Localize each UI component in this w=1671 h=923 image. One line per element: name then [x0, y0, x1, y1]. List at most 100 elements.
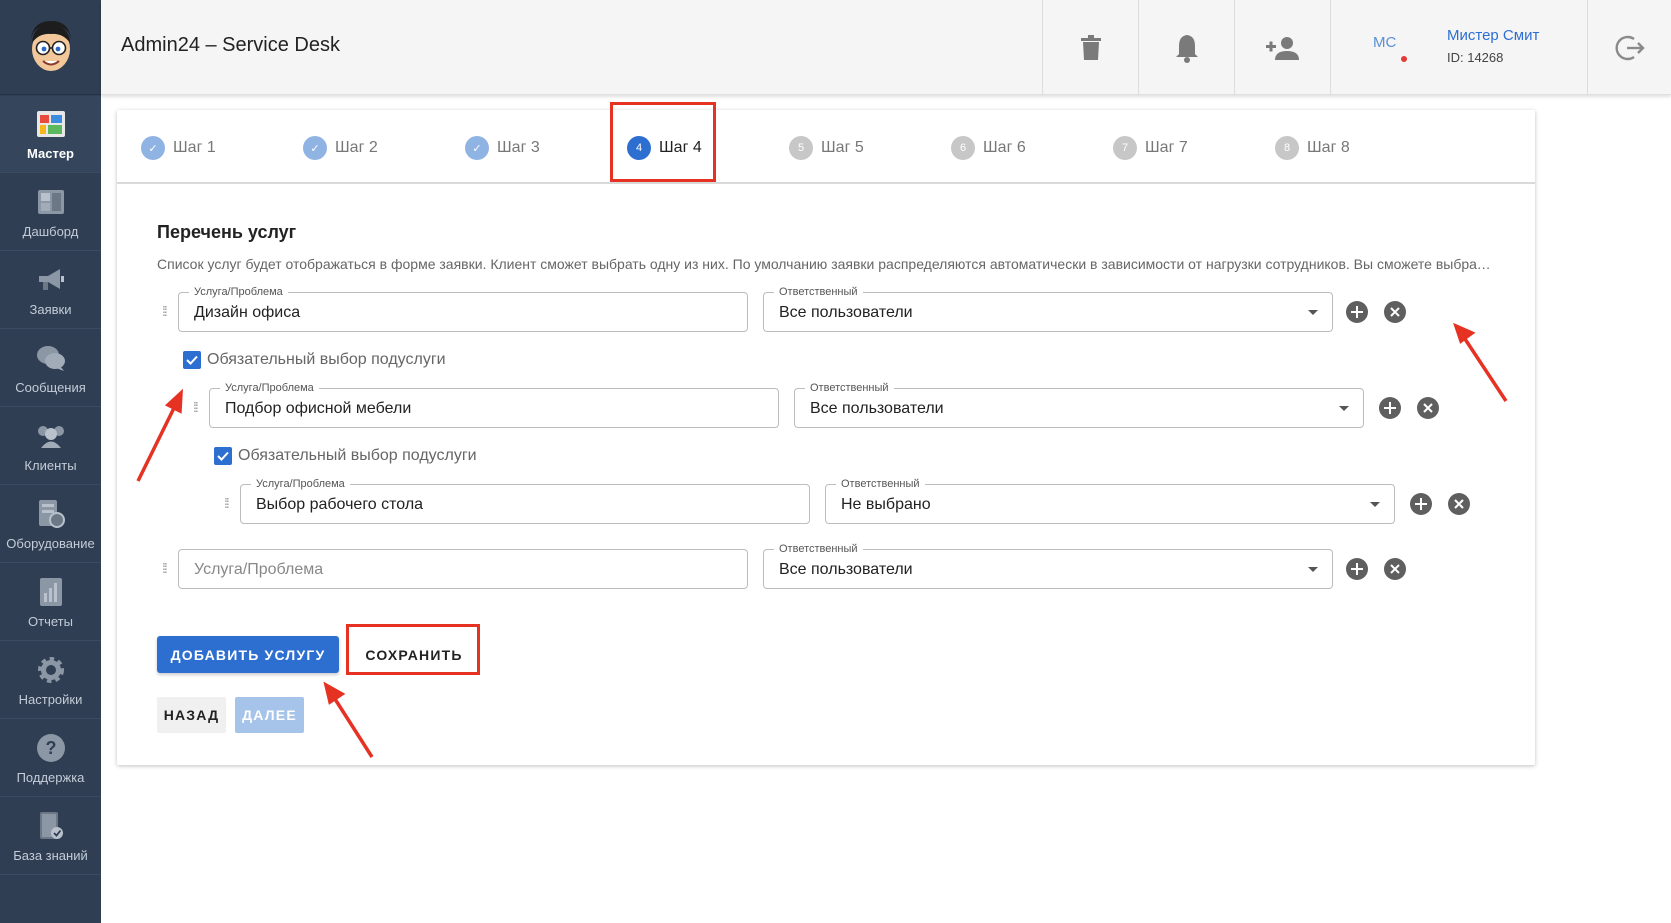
field-label: Ответственный — [774, 542, 863, 556]
service-input[interactable]: Услуга/Проблема Выбор рабочего стола — [240, 477, 810, 524]
drag-handle-icon[interactable]: ⁞⁞ — [224, 495, 232, 511]
sidebar-item-settings[interactable]: Настройки — [0, 642, 101, 719]
field-label: Ответственный — [774, 285, 863, 299]
sidebar-item-clients[interactable]: Клиенты — [0, 408, 101, 485]
required-subservice-checkbox[interactable]: Обязательный выбор подуслуги — [214, 447, 477, 465]
add-subservice-button[interactable] — [1379, 397, 1401, 419]
checkbox-label: Обязательный выбор подуслуги — [207, 351, 446, 368]
field-value: Выбор рабочего стола — [256, 496, 424, 513]
responsible-select[interactable]: Ответственный Не выбрано — [825, 477, 1395, 524]
app-title: Admin24 – Service Desk — [121, 34, 340, 56]
checkbox-label: Обязательный выбор подуслуги — [238, 447, 477, 464]
sidebar-item-support[interactable]: ? Поддержка — [0, 720, 101, 797]
step-5[interactable]: 5 Шаг 5 — [789, 136, 864, 160]
chevron-down-icon — [1370, 502, 1380, 507]
knowledge-base-icon — [35, 810, 67, 842]
responsible-select[interactable]: Ответственный Все пользователи — [794, 381, 1364, 428]
responsible-select[interactable]: Ответственный Все пользователи — [763, 542, 1333, 589]
check-icon: ✓ — [465, 136, 489, 160]
section-description: Список услуг будет отображаться в форме … — [157, 256, 1497, 272]
sidebar-item-reports[interactable]: Отчеты — [0, 564, 101, 641]
drag-handle-icon[interactable]: ⁞⁞ — [162, 303, 170, 319]
sidebar-item-dashboard[interactable]: Дашборд — [0, 174, 101, 251]
sidebar-item-knowledge-base[interactable]: База знаний — [0, 798, 101, 875]
help-icon: ? — [35, 732, 67, 764]
trash-button[interactable] — [1042, 0, 1138, 95]
remove-service-button[interactable] — [1448, 493, 1470, 515]
step-4-highlight — [610, 102, 716, 182]
back-button[interactable]: НАЗАД — [157, 697, 226, 733]
field-label: Услуга/Проблема — [220, 381, 319, 395]
gear-icon — [35, 654, 67, 686]
remove-service-button[interactable] — [1417, 397, 1439, 419]
check-icon: ✓ — [303, 136, 327, 160]
close-icon — [1423, 403, 1433, 413]
step-2[interactable]: ✓ Шаг 2 — [303, 136, 378, 160]
sidebar-item-label: Дашборд — [22, 223, 79, 239]
add-user-icon — [1265, 36, 1299, 60]
checkbox-checked-icon — [214, 447, 232, 465]
remove-service-button[interactable] — [1384, 301, 1406, 323]
sidebar-item-label: Настройки — [18, 691, 83, 707]
report-icon — [35, 576, 67, 608]
logo[interactable] — [0, 0, 101, 95]
drag-handle-icon[interactable]: ⁞⁞ — [193, 399, 201, 415]
plus-icon — [1384, 402, 1396, 414]
close-icon — [1390, 564, 1400, 574]
section-title: Перечень услуг — [157, 222, 297, 242]
chat-icon — [35, 342, 67, 374]
step-7[interactable]: 7 Шаг 7 — [1113, 136, 1188, 160]
sidebar-item-equipment[interactable]: Оборудование — [0, 486, 101, 563]
dashboard-icon — [35, 186, 67, 218]
required-subservice-checkbox[interactable]: Обязательный выбор подуслуги — [183, 351, 446, 369]
chevron-down-icon — [1339, 406, 1349, 411]
mascot-logo-icon — [30, 21, 71, 71]
sidebar-item-label: Заявки — [29, 301, 72, 317]
sidebar-item-wizard[interactable]: Мастер — [0, 96, 101, 173]
drag-handle-icon[interactable]: ⁞⁞ — [162, 560, 170, 576]
add-user-button[interactable] — [1234, 0, 1330, 95]
field-label: Ответственный — [836, 477, 925, 491]
user-profile[interactable]: МС Мистер Смит ID: 14268 — [1330, 0, 1587, 95]
step-1[interactable]: ✓ Шаг 1 — [141, 136, 216, 160]
field-placeholder: Услуга/Проблема — [194, 561, 324, 578]
step-label: Шаг 5 — [821, 139, 864, 156]
logout-button[interactable] — [1587, 0, 1671, 95]
next-button: ДАЛЕЕ — [235, 697, 304, 733]
sidebar-item-label: Сообщения — [15, 379, 86, 395]
sidebar-item-tickets[interactable]: Заявки — [0, 252, 101, 329]
plus-icon — [1351, 563, 1363, 575]
field-value: Дизайн офиса — [194, 304, 301, 321]
chevron-down-icon — [1308, 310, 1318, 315]
remove-service-button[interactable] — [1384, 558, 1406, 580]
avatar: МС — [1373, 34, 1397, 51]
sidebar-item-label: Оборудование — [6, 535, 95, 551]
step-3[interactable]: ✓ Шаг 3 — [465, 136, 540, 160]
service-input[interactable]: Услуга/Проблема Дизайн офиса — [178, 285, 748, 332]
add-subservice-button[interactable] — [1346, 558, 1368, 580]
user-name[interactable]: Мистер Смит — [1447, 27, 1539, 44]
add-service-button[interactable]: ДОБАВИТЬ УСЛУГУ — [157, 636, 339, 673]
wizard-icon — [35, 108, 67, 140]
responsible-select[interactable]: Ответственный Все пользователи — [763, 285, 1333, 332]
add-subservice-button[interactable] — [1410, 493, 1432, 515]
step-8[interactable]: 8 Шаг 8 — [1275, 136, 1350, 160]
plus-icon — [1415, 498, 1427, 510]
close-icon — [1390, 307, 1400, 317]
field-value: Все пользователи — [779, 561, 913, 578]
step-6[interactable]: 6 Шаг 6 — [951, 136, 1026, 160]
add-subservice-button[interactable] — [1346, 301, 1368, 323]
service-input[interactable]: Услуга/Проблема Подбор офисной мебели — [209, 381, 779, 428]
service-input[interactable]: Услуга/Проблема — [178, 549, 748, 589]
field-value: Все пользователи — [779, 304, 913, 321]
sidebar-item-messages[interactable]: Сообщения — [0, 330, 101, 407]
step-number: 8 — [1275, 136, 1299, 160]
step-number: 7 — [1113, 136, 1137, 160]
chevron-down-icon — [1308, 567, 1318, 572]
user-id: ID: 14268 — [1447, 50, 1504, 65]
step-label: Шаг 8 — [1307, 139, 1350, 156]
notifications-button[interactable] — [1138, 0, 1234, 95]
sidebar: Мастер Дашборд Заявки Сообщения Клиенты … — [0, 0, 101, 923]
field-label: Ответственный — [805, 381, 894, 395]
trash-icon — [1080, 34, 1101, 60]
